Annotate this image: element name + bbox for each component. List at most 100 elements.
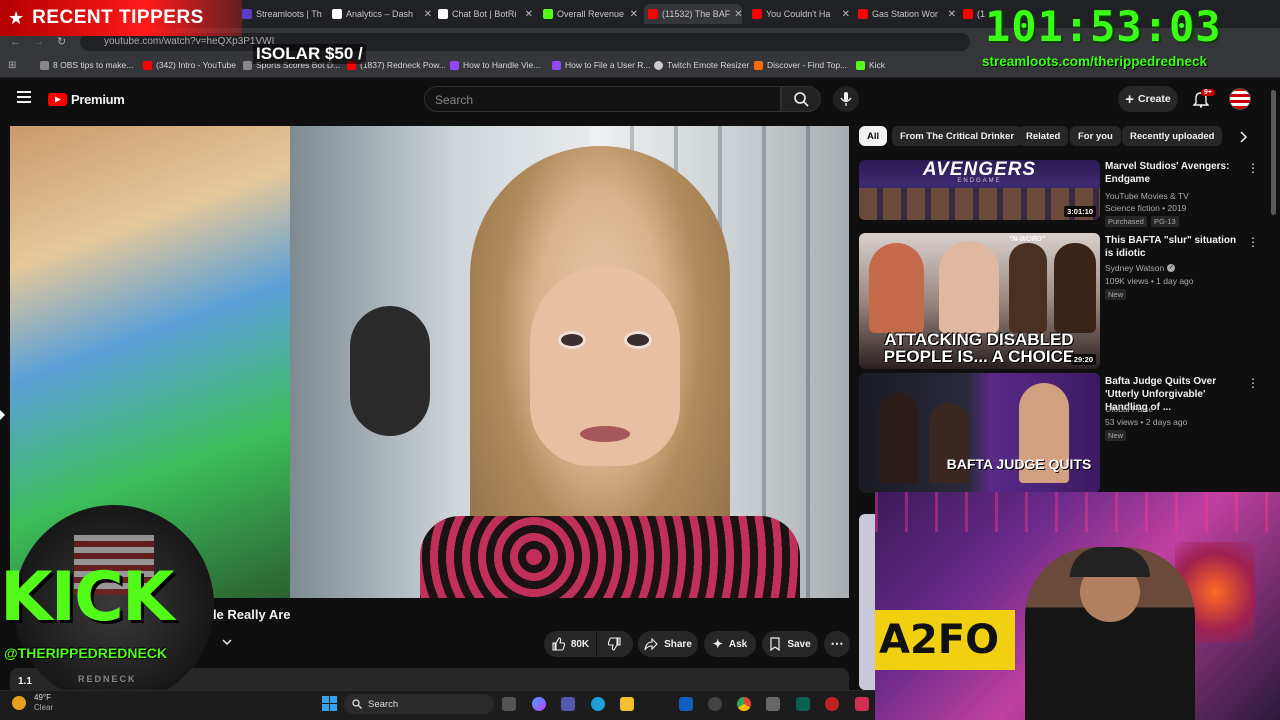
thumbnail-subtitle: ENDGAME	[957, 178, 1002, 184]
browser-tab[interactable]: Chat Bot | BotRi ✕	[438, 4, 533, 24]
video-meta: Science fiction • 2019	[1105, 203, 1187, 213]
like-button[interactable]: 80K	[544, 631, 596, 657]
app-icon[interactable]	[766, 697, 780, 711]
chrome-icon[interactable]	[737, 697, 751, 711]
rating-badge: PG-13	[1151, 216, 1179, 227]
search-input[interactable]: Search	[424, 86, 781, 112]
windows-start-icon[interactable]	[322, 696, 338, 712]
eye-image	[558, 331, 586, 349]
channel-name[interactable]: Global Pulse	[1105, 403, 1153, 415]
bookmark-item[interactable]: Discover - Find Top...	[754, 60, 847, 70]
file-explorer-icon[interactable]	[620, 697, 634, 711]
person-image	[939, 241, 999, 333]
video-title-link[interactable]: Marvel Studios' Avengers: Endgame	[1105, 160, 1240, 186]
teams-icon[interactable]	[561, 697, 575, 711]
search-button[interactable]	[781, 86, 821, 112]
more-vertical-icon[interactable]: ⋮	[1247, 376, 1259, 390]
new-badge: New	[1105, 289, 1127, 300]
bookmark-item[interactable]: 8 OBS tips to make...	[40, 60, 133, 70]
reload-icon[interactable]: ↻	[57, 35, 66, 48]
bookmark-item[interactable]: How to Handle Vie...	[450, 60, 540, 70]
channel-row[interactable]: Sydney Watson ✓	[1105, 262, 1176, 274]
taskbar-search[interactable]: Search	[344, 694, 494, 714]
browser-tab[interactable]: (1	[963, 4, 985, 24]
weather-widget[interactable]: 49°F Clear	[34, 693, 53, 713]
menu-icon[interactable]	[17, 91, 31, 103]
create-button[interactable]: + Create	[1118, 86, 1178, 112]
share-button[interactable]: Share	[638, 631, 698, 657]
voice-search-button[interactable]	[833, 86, 859, 112]
kick-favicon-icon	[856, 60, 865, 70]
search-icon	[794, 92, 809, 107]
video-thumbnail[interactable]: AVENGERS ENDGAME 3:01:10	[859, 160, 1100, 220]
bookmark-item[interactable]: How to File a User R...	[552, 60, 651, 70]
copilot-icon[interactable]	[532, 697, 546, 711]
back-icon[interactable]: ←	[10, 36, 21, 48]
bookmark-item[interactable]: Twitch Emote Resizer	[654, 60, 749, 70]
close-icon[interactable]: ✕	[842, 9, 850, 20]
chip-recently-uploaded[interactable]: Recently uploaded	[1122, 126, 1223, 146]
outlook-icon[interactable]	[679, 697, 693, 711]
chip-related[interactable]: Related	[1018, 126, 1069, 146]
browser-tab[interactable]: Streamloots | Th✕	[242, 4, 322, 24]
task-view-icon[interactable]	[502, 697, 516, 711]
video-title-link[interactable]: This BAFTA "slur" situation is idiotic	[1105, 234, 1240, 260]
thumbs-down-icon	[608, 637, 621, 651]
close-icon[interactable]: ✕	[948, 9, 956, 20]
duration-badge: 3:01:10	[1064, 206, 1096, 217]
thumbnail-title: AVENGERS	[922, 160, 1037, 180]
more-vertical-icon[interactable]: ⋮	[1247, 235, 1259, 249]
browser-tab[interactable]: Gas Station Wor ✕	[858, 4, 956, 24]
video-thumbnail[interactable]: "N-WORD" ATTACKING DISABLED PEOPLE IS...…	[859, 233, 1100, 369]
app-icon[interactable]	[855, 697, 869, 711]
video-thumbnail-partial[interactable]	[859, 514, 875, 690]
terminal-icon[interactable]	[796, 697, 810, 711]
apps-grid-icon[interactable]: ⊞	[8, 60, 16, 71]
weather-icon[interactable]	[12, 696, 26, 710]
purchased-badge: Purchased	[1105, 216, 1147, 227]
browser-tab-active[interactable]: (11532) The BAF ✕	[644, 4, 742, 24]
forward-icon[interactable]: →	[33, 36, 44, 48]
thumbs-up-icon	[552, 637, 565, 651]
channel-name: Sydney Watson	[1105, 263, 1165, 273]
weather-desc: Clear	[34, 703, 54, 712]
dislike-button[interactable]	[597, 631, 633, 657]
save-label: Save	[787, 638, 811, 650]
kick-handle: @THERIPPEDREDNECK	[4, 645, 168, 661]
chip-for-you[interactable]: For you	[1070, 126, 1121, 146]
channel-name[interactable]: YouTube Movies & TV	[1105, 190, 1189, 202]
close-icon[interactable]: ✕	[525, 9, 533, 20]
mouth-image	[580, 426, 630, 442]
avatar[interactable]	[1229, 88, 1251, 110]
video-thumbnail[interactable]: BAFTA JUDGE QUITS	[859, 373, 1100, 493]
close-icon[interactable]: ✕	[734, 9, 742, 20]
thumbnail-label: "N-WORD"	[1009, 236, 1046, 243]
close-icon[interactable]: ✕	[424, 9, 432, 20]
bookmark-icon	[770, 637, 780, 651]
close-icon[interactable]: ✕	[630, 9, 638, 20]
chevron-down-icon[interactable]	[222, 637, 232, 647]
save-button[interactable]: Save	[762, 631, 818, 657]
video-meta: 109K views • 1 day ago	[1105, 276, 1194, 286]
ask-button[interactable]: ✦ Ask	[704, 631, 756, 657]
bookmark-favicon-icon	[552, 60, 561, 70]
browser-tab[interactable]: Analytics – Dash ✕	[332, 4, 432, 24]
browser-tab[interactable]: Overall Revenue ✕	[543, 4, 638, 24]
more-vertical-icon[interactable]: ⋮	[1247, 161, 1259, 175]
edge-icon[interactable]	[591, 697, 605, 711]
chip-all[interactable]: All	[859, 126, 888, 146]
bookmark-item[interactable]: Kick	[856, 60, 885, 70]
chevron-right-icon[interactable]	[1238, 131, 1248, 143]
app-icon[interactable]	[825, 697, 839, 711]
more-actions-button[interactable]: ⋯	[824, 631, 850, 657]
obs-icon[interactable]	[708, 697, 722, 711]
scrollbar-thumb[interactable]	[1271, 90, 1276, 215]
recent-tippers-banner: ★ RECENT TIPPERS	[0, 0, 242, 36]
tab-favicon-icon	[543, 9, 553, 19]
youtube-logo[interactable]: Premium	[48, 92, 125, 107]
chip-channel[interactable]: From The Critical Drinker	[892, 126, 1023, 146]
weather-temp: 49°F	[34, 693, 51, 702]
headset-image	[1070, 547, 1150, 577]
browser-tab[interactable]: You Couldn't Ha ✕	[752, 4, 850, 24]
bookmark-item[interactable]: (342) Intro - YouTube	[143, 60, 236, 70]
